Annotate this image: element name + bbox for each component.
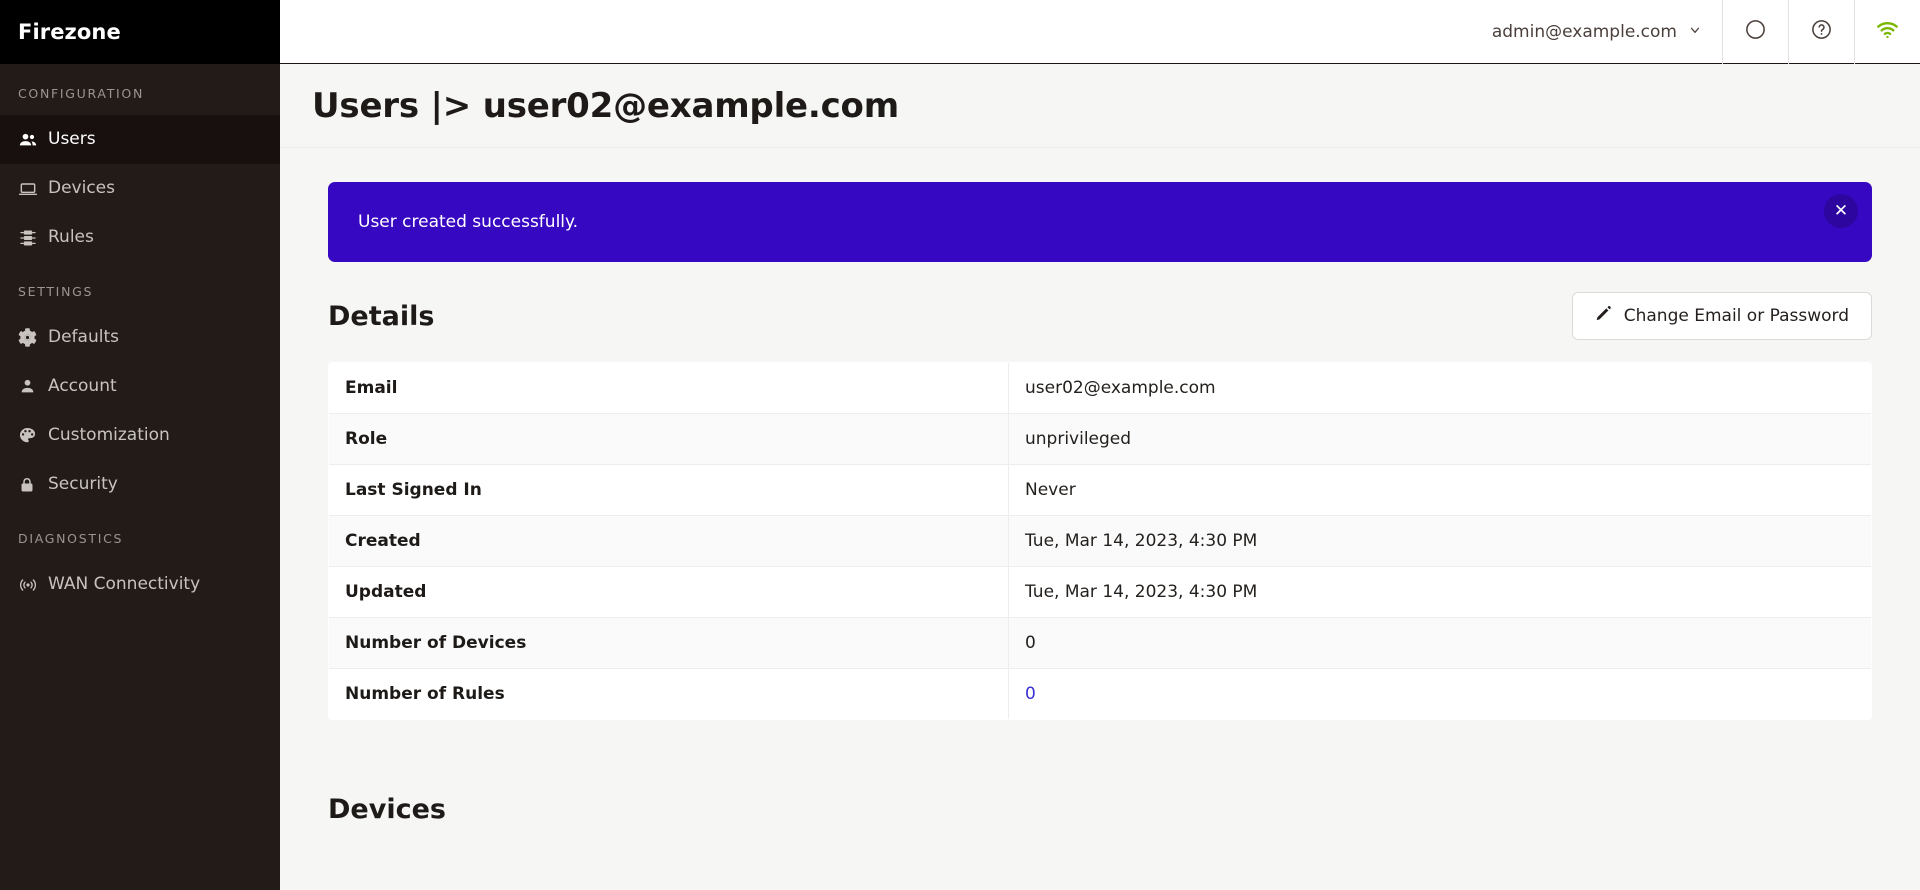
app-root: Firezone CONFIGURATION Users Devices Rul…: [0, 0, 1920, 890]
account-menu[interactable]: admin@example.com: [1470, 0, 1722, 64]
help-button[interactable]: [1788, 0, 1854, 64]
sidebar-item-label: Users: [48, 129, 96, 149]
circle-icon: [1744, 18, 1767, 45]
sidebar-item-label: Security: [48, 474, 118, 494]
palette-icon: [18, 426, 48, 445]
rules-icon: [18, 228, 48, 248]
row-key: Email: [329, 363, 1009, 414]
row-value: Tue, Mar 14, 2023, 4:30 PM: [1025, 531, 1258, 551]
page-header: Users |> user02@example.com: [280, 64, 1920, 148]
details-section-header: Details Change Email or Password: [328, 292, 1872, 340]
row-value: user02@example.com: [1025, 378, 1216, 398]
table-row: Role unprivileged: [329, 413, 1871, 465]
broadcast-icon: [18, 575, 48, 595]
sidebar-item-label: Customization: [48, 425, 170, 445]
row-key: Last Signed In: [329, 464, 1009, 516]
sidebar-section-configuration: CONFIGURATION: [18, 86, 145, 101]
sidebar-item-label: Defaults: [48, 327, 119, 347]
user-details-table: Email user02@example.com Role unprivileg…: [328, 362, 1872, 720]
row-value: Tue, Mar 14, 2023, 4:30 PM: [1025, 582, 1258, 602]
details-heading: Details: [328, 300, 435, 332]
close-icon[interactable]: ✕: [1824, 194, 1858, 228]
laptop-icon: [18, 179, 48, 199]
help-circle-icon: [1810, 18, 1833, 45]
table-row: Created Tue, Mar 14, 2023, 4:30 PM: [329, 515, 1871, 567]
table-row: Number of Rules 0: [329, 668, 1872, 720]
sidebar-item-account[interactable]: Account: [0, 362, 280, 411]
chevron-down-icon: [1688, 22, 1702, 42]
sidebar-item-label: Rules: [48, 227, 94, 247]
sidebar-item-defaults[interactable]: Defaults: [0, 313, 280, 362]
sidebar-item-label: WAN Connectivity: [48, 574, 201, 594]
table-row: Updated Tue, Mar 14, 2023, 4:30 PM: [329, 566, 1871, 618]
row-key: Number of Devices: [329, 617, 1009, 669]
row-value: 0: [1025, 633, 1036, 653]
table-row: Last Signed In Never: [329, 464, 1871, 516]
page-title: Users |> user02@example.com: [312, 85, 899, 126]
page-content: User created successfully. ✕ Details Cha…: [280, 148, 1920, 890]
table-row: Number of Devices 0: [329, 617, 1871, 669]
row-key: Created: [329, 515, 1009, 567]
button-label: Change Email or Password: [1623, 306, 1849, 326]
wifi-status-button[interactable]: [1854, 0, 1920, 64]
table-row: Email user02@example.com: [329, 363, 1871, 414]
change-email-or-password-button[interactable]: Change Email or Password: [1571, 292, 1872, 340]
person-icon: [18, 377, 48, 396]
row-value: unprivileged: [1025, 429, 1132, 449]
sidebar-item-label: Devices: [48, 178, 115, 198]
lock-icon: [18, 476, 48, 494]
main-area: admin@example.com Users |> user02@exampl…: [280, 0, 1920, 890]
sidebar-item-security[interactable]: Security: [0, 460, 280, 509]
row-key: Number of Rules: [329, 668, 1009, 719]
brand-logo[interactable]: Firezone: [0, 0, 280, 64]
topbar: admin@example.com: [280, 0, 1920, 64]
alert-message: User created successfully.: [358, 212, 579, 232]
sidebar: Firezone CONFIGURATION Users Devices Rul…: [0, 0, 280, 890]
sidebar-item-wan-connectivity[interactable]: WAN Connectivity: [0, 560, 280, 609]
sidebar-section-settings: SETTINGS: [18, 284, 94, 299]
devices-heading: Devices: [328, 794, 446, 825]
gear-icon: [18, 328, 48, 347]
row-value: Never: [1025, 480, 1076, 500]
sidebar-item-users[interactable]: Users: [0, 115, 280, 164]
sidebar-section-diagnostics: DIAGNOSTICS: [18, 531, 124, 546]
wifi-icon: [1875, 17, 1900, 46]
row-value: 0: [1009, 669, 1872, 720]
row-key: Updated: [329, 566, 1009, 618]
sidebar-item-devices[interactable]: Devices: [0, 164, 280, 213]
flash-alert: User created successfully. ✕: [328, 182, 1872, 262]
sidebar-item-rules[interactable]: Rules: [0, 213, 280, 262]
row-key: Role: [329, 413, 1009, 465]
users-icon: [18, 130, 48, 150]
sidebar-item-label: Account: [48, 376, 117, 396]
circle-icon-button[interactable]: [1722, 0, 1788, 64]
pencil-icon: [1595, 305, 1612, 327]
sidebar-item-customization[interactable]: Customization: [0, 411, 280, 460]
account-email-label: admin@example.com: [1491, 21, 1677, 42]
brand-name: Firezone: [18, 20, 121, 44]
rules-count-link[interactable]: 0: [1025, 684, 1036, 704]
